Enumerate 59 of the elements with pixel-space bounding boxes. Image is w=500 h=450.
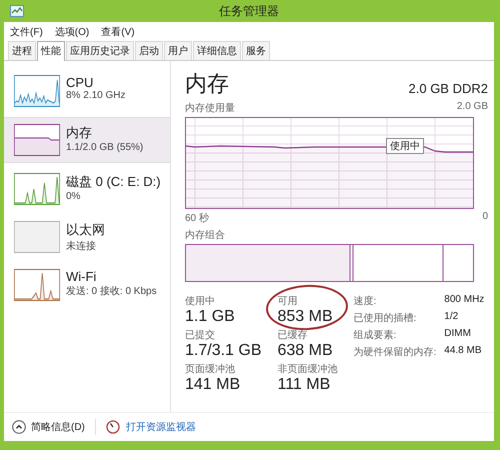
device-detail: 发送: 0 接收: 0 Kbps xyxy=(66,284,157,298)
stat-label: 页面缓冲池 xyxy=(185,362,236,376)
sidebar-item[interactable]: 磁盘 0 (C: E: D:) 0% xyxy=(4,167,170,211)
tab[interactable]: 应用历史记录 xyxy=(66,41,134,60)
stat-value: 1.7/3.1 GB xyxy=(185,342,262,360)
window-title: 任务管理器 xyxy=(219,2,279,20)
stat-value: 141 MB xyxy=(185,376,242,394)
device-name: 内存 xyxy=(66,124,93,142)
property-label: 速度: xyxy=(354,294,378,308)
stat-value: 111 MB xyxy=(278,376,332,394)
graph-max: 2.0 GB xyxy=(456,101,488,114)
resource-monitor-link[interactable]: 打开资源监视器 xyxy=(126,420,196,434)
property-label: 已使用的插槽: xyxy=(354,312,418,325)
property-value: 44.8 MB xyxy=(444,345,483,358)
app-icon[interactable] xyxy=(10,5,24,17)
device-name: 磁盘 0 (C: E: D:) xyxy=(66,173,161,191)
stat-value: 638 MB xyxy=(278,342,334,360)
graph-label: 内存使用量 xyxy=(185,102,235,115)
sidebar-item[interactable]: 以太网 未连接 xyxy=(4,215,170,259)
property-value: 1/2 xyxy=(444,311,460,324)
tab[interactable]: 服务 xyxy=(242,41,270,60)
device-detail: 1.1/2.0 GB (55%) xyxy=(66,142,144,153)
stat-label: 非页面缓冲池 xyxy=(278,362,338,376)
gauge-icon xyxy=(106,420,120,434)
composition-label: 内存组合 xyxy=(185,228,226,242)
sidebar-item[interactable]: Wi-Fi 发送: 0 接收: 0 Kbps xyxy=(4,263,170,307)
chevron-up-icon xyxy=(12,420,26,434)
menu-item[interactable]: 选项(O) xyxy=(54,25,90,39)
tab[interactable]: 启动 xyxy=(135,41,163,60)
property-value: DIMM xyxy=(444,328,472,341)
stat-value: 853 MB xyxy=(278,308,334,326)
property-value: 800 MHz xyxy=(444,294,484,307)
tab[interactable]: 用户 xyxy=(164,41,192,60)
summary-button[interactable]: 简略信息(D) xyxy=(12,420,85,434)
device-name: Wi-Fi xyxy=(66,269,98,284)
stat-label: 可用 xyxy=(278,295,298,308)
device-name: 以太网 xyxy=(66,221,105,239)
property-label: 为硬件保留的内存: xyxy=(354,346,436,359)
tab[interactable]: 进程 xyxy=(8,41,36,60)
stat-label: 已缓存 xyxy=(278,328,308,342)
tab[interactable]: 详细信息 xyxy=(193,41,241,60)
stat-label: 使用中 xyxy=(185,294,216,308)
time-axis-end: 0 xyxy=(482,211,488,224)
stat-label: 已提交 xyxy=(185,328,216,342)
graph-tooltip: 使用中 xyxy=(386,138,424,154)
stat-value: 1.1 GB xyxy=(185,308,236,326)
device-detail: 0% xyxy=(66,191,82,202)
section-title: 内存 xyxy=(185,70,229,98)
property-label: 组成要素: xyxy=(354,328,398,342)
tab[interactable]: 性能 xyxy=(37,41,65,61)
sidebar-item[interactable]: 内存 1.1/2.0 GB (55%) xyxy=(4,117,170,163)
sidebar-item[interactable]: CPU 8% 2.10 GHz xyxy=(4,69,170,113)
menu-item[interactable]: 查看(V) xyxy=(101,25,135,39)
memory-capacity: 2.0 GB DDR2 xyxy=(408,81,488,96)
time-axis-start: 60 秒 xyxy=(185,212,209,225)
device-name: CPU xyxy=(66,75,94,90)
menu-item[interactable]: 文件(F) xyxy=(10,25,43,39)
device-detail: 8% 2.10 GHz xyxy=(66,90,126,101)
device-detail: 未连接 xyxy=(66,240,97,253)
